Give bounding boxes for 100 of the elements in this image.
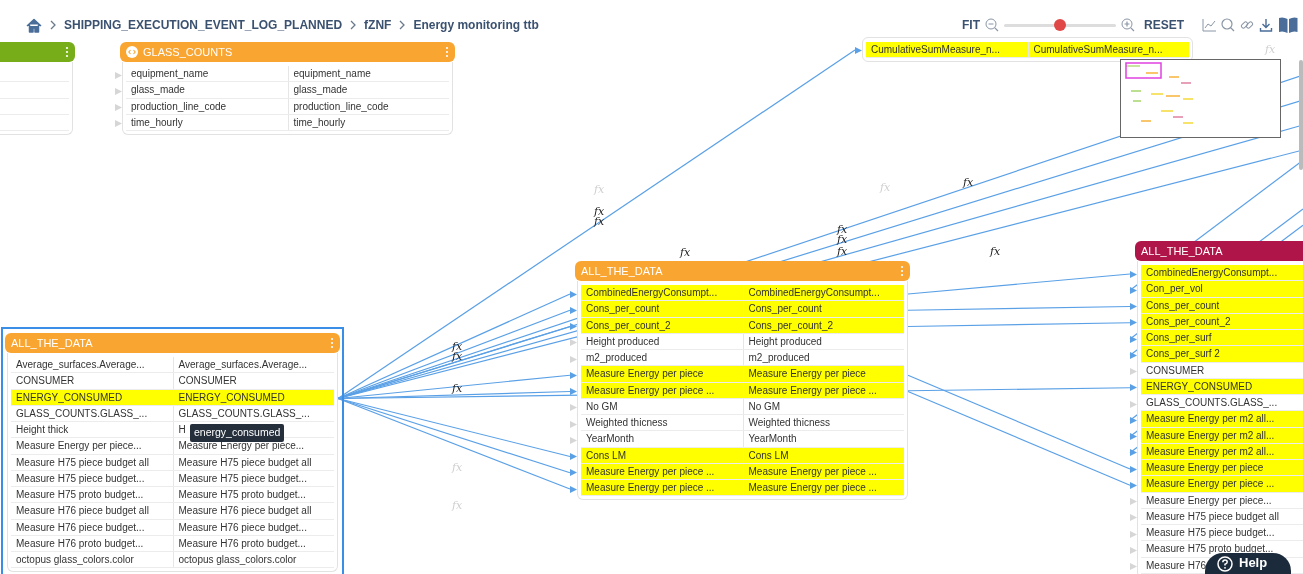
formula-marker: fx: [452, 383, 463, 394]
more-icon[interactable]: [900, 265, 904, 277]
table-cell[interactable]: Measure H76 piece budget...: [11, 519, 173, 535]
node-title: ALL_THE_DATA: [581, 263, 664, 279]
zoom-in-icon[interactable]: [1121, 18, 1135, 32]
link-icon[interactable]: [1240, 18, 1254, 32]
table-cell[interactable]: m2_produced: [742, 350, 904, 366]
table-cell[interactable]: equipment_name: [287, 66, 449, 82]
table-cell[interactable]: Cons_per_count: [581, 301, 743, 317]
table-cell[interactable]: Average_surfaces.Average...: [11, 357, 173, 373]
table-cell[interactable]: No GM: [581, 398, 743, 414]
table-cell[interactable]: Height thick: [11, 422, 173, 438]
more-icon[interactable]: [330, 337, 334, 349]
search-icon[interactable]: [1221, 18, 1235, 32]
table-cell[interactable]: GLASS_COUNTS.GLASS_...: [1141, 395, 1278, 411]
table-cell[interactable]: Measure H76: [1141, 557, 1207, 573]
tooltip: energy_consumed: [190, 424, 285, 442]
table-cell[interactable]: glass_made: [287, 82, 449, 98]
minimap[interactable]: [1120, 59, 1281, 138]
table-cell[interactable]: Height produced: [581, 333, 743, 349]
table-cell[interactable]: No GM: [742, 398, 904, 414]
table-cell[interactable]: YearMonth: [742, 431, 904, 447]
table-cell[interactable]: m2_produced: [581, 350, 743, 366]
table-cell[interactable]: CONSUMER: [172, 373, 334, 389]
table-cell[interactable]: Measure H75 proto budget...: [11, 487, 173, 503]
line-chart-icon[interactable]: [1202, 18, 1216, 32]
formula-marker: fx: [990, 246, 1001, 257]
table-cell[interactable]: Measure H75 piece budget...: [1141, 525, 1275, 541]
node-header[interactable]: ALL_THE_DATA: [1135, 241, 1303, 261]
table-cell[interactable]: glass_made: [126, 82, 288, 98]
table-cell[interactable]: CONSUMER: [1141, 362, 1205, 378]
table-cell[interactable]: Measure H75 piece budget all: [1141, 508, 1279, 524]
table-cell[interactable]: Measure Energy per piece: [742, 366, 904, 382]
table-cell[interactable]: Measure H76 piece budget all: [11, 503, 173, 519]
table-cell[interactable]: Weighted thicness: [742, 415, 904, 431]
table-cell[interactable]: Measure H75 piece budget all: [11, 454, 173, 470]
table-cell[interactable]: Measure Energy per piece ...: [742, 480, 904, 496]
table-cell[interactable]: Measure Energy per piece ...: [1141, 476, 1303, 492]
table-cell[interactable]: Measure H76 piece budget...: [172, 519, 334, 535]
breadcrumb-link[interactable]: Energy monitoring ttb: [413, 16, 539, 34]
table-cell[interactable]: Measure Energy per piece: [581, 366, 743, 382]
scrollbar[interactable]: [1299, 60, 1303, 170]
chevron-icon: [350, 20, 357, 30]
table-cell[interactable]: Measure Energy per piece...: [1141, 492, 1272, 508]
table-cell[interactable]: Height produced: [742, 333, 904, 349]
table-cell[interactable]: Cons_per_count: [742, 301, 904, 317]
table-cell[interactable]: Measure Energy per piece: [1141, 460, 1303, 476]
table-cell[interactable]: GLASS_COUNTS.GLASS_...: [11, 405, 173, 421]
table-cell[interactable]: octopus glass_colors.color: [11, 552, 173, 568]
table-cell[interactable]: Average_surfaces.Average...: [172, 357, 334, 373]
node-title: ALL_THE_DATA: [1141, 243, 1224, 259]
table-cell[interactable]: Measure Energy per m2 all...: [1141, 411, 1303, 427]
table-cell[interactable]: Measure H76 piece budget all: [172, 503, 334, 519]
breadcrumb-link[interactable]: fZNF: [364, 16, 392, 34]
chevron-icon: [399, 20, 406, 30]
fit-button[interactable]: FIT: [962, 16, 980, 34]
table-cell[interactable]: Measure H75 proto budget...: [172, 487, 334, 503]
table-cell[interactable]: equipment_name: [126, 66, 288, 82]
table-cell[interactable]: time_hourly: [287, 114, 449, 130]
table-cell[interactable]: Measure H75 piece budget all: [172, 454, 334, 470]
slider-thumb[interactable]: [1054, 19, 1066, 31]
table-cell[interactable]: Cons_per_surf: [1141, 330, 1303, 346]
download-icon[interactable]: [1259, 18, 1273, 32]
formula-marker: fx: [837, 246, 848, 257]
zoom-slider[interactable]: [1004, 18, 1116, 32]
table-cell[interactable]: Cons_per_surf 2: [1141, 346, 1303, 362]
table-cell[interactable]: Measure H75 piece budget...: [172, 470, 334, 486]
chevron-icon: [50, 20, 56, 30]
table-cell[interactable]: CombinedEnergyConsumpt...: [581, 285, 743, 301]
home-icon[interactable]: [26, 17, 42, 33]
table-cell[interactable]: GLASS_COUNTS.GLASS_...: [172, 405, 334, 421]
table-cell[interactable]: CONSUMER: [11, 373, 173, 389]
table-cell[interactable]: CombinedEnergyConsumpt...: [1141, 265, 1303, 281]
table-cell[interactable]: Measure Energy per piece ...: [581, 480, 743, 496]
table-cell[interactable]: CumulativeSumMeasure_n...: [866, 42, 1028, 58]
node-title: GLASS_COUNTS: [143, 44, 234, 60]
table-cell[interactable]: Con_per_vol: [1141, 281, 1303, 297]
help-button[interactable]: Help: [1205, 553, 1291, 574]
breadcrumb-link[interactable]: SHIPPING_EXECUTION_EVENT_LOG_PLANNED: [64, 16, 343, 34]
table-cell[interactable]: Measure Energy per piece...: [11, 438, 173, 454]
book-icon[interactable]: [1278, 16, 1299, 34]
table-cell[interactable]: Weighted thicness: [581, 415, 743, 431]
reset-button[interactable]: RESET: [1144, 16, 1184, 34]
help-icon: [1217, 556, 1233, 572]
table-cell[interactable]: octopus glass_colors.color: [172, 552, 334, 568]
more-icon[interactable]: [445, 46, 449, 58]
table-cell[interactable]: Measure H76 proto budget...: [172, 535, 334, 551]
zoom-out-icon[interactable]: [985, 18, 999, 32]
formula-marker: fx: [594, 206, 605, 217]
table-cell[interactable]: production_line_code: [287, 98, 449, 114]
table-cell[interactable]: production_line_code: [126, 98, 288, 114]
table-cell[interactable]: YearMonth: [581, 431, 743, 447]
formula-marker: fx: [680, 247, 691, 258]
more-icon[interactable]: [65, 46, 69, 58]
table-cell[interactable]: Measure H75 piece budget...: [11, 470, 173, 486]
table-cell[interactable]: Measure H76 proto budget...: [11, 535, 173, 551]
table-cell[interactable]: CombinedEnergyConsumpt...: [742, 285, 904, 301]
table-cell[interactable]: CumulativeSumMeasure_n...: [1027, 42, 1189, 58]
table-cell[interactable]: time_hourly: [126, 114, 288, 130]
node-title: ALL_THE_DATA: [11, 335, 94, 351]
